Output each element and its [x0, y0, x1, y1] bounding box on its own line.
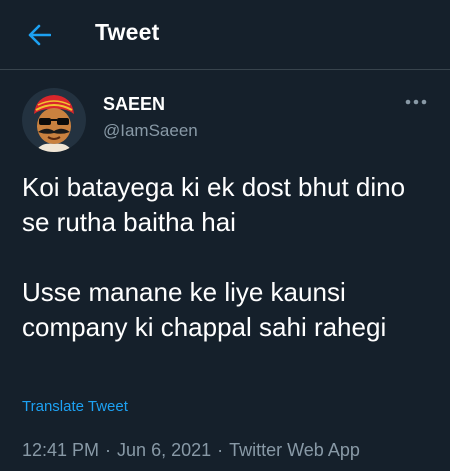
separator: · [105, 440, 112, 460]
translate-tweet-link[interactable]: Translate Tweet [22, 398, 128, 415]
avatar[interactable] [22, 88, 86, 152]
more-options-button[interactable] [398, 90, 434, 114]
tweet-metadata: 12:41 PM · Jun 6, 2021 · Twitter Web App [22, 440, 360, 461]
back-button[interactable] [20, 17, 58, 53]
top-bar: Tweet [0, 0, 450, 70]
tweet-text: Koi batayega ki ek dost bhut dino se rut… [22, 172, 406, 342]
cartoon-avatar-icon [22, 88, 86, 152]
tweet-source[interactable]: Twitter Web App [229, 440, 360, 460]
page-title: Tweet [95, 19, 160, 45]
user-handle[interactable]: @IamSaeen [103, 121, 198, 141]
tweet-date[interactable]: Jun 6, 2021 [117, 440, 211, 460]
separator: · [217, 440, 224, 460]
arrow-left-icon [28, 24, 51, 46]
more-horizontal-icon [405, 99, 427, 105]
tweet-time[interactable]: 12:41 PM [22, 440, 99, 460]
display-name[interactable]: SAEEN [103, 94, 165, 115]
